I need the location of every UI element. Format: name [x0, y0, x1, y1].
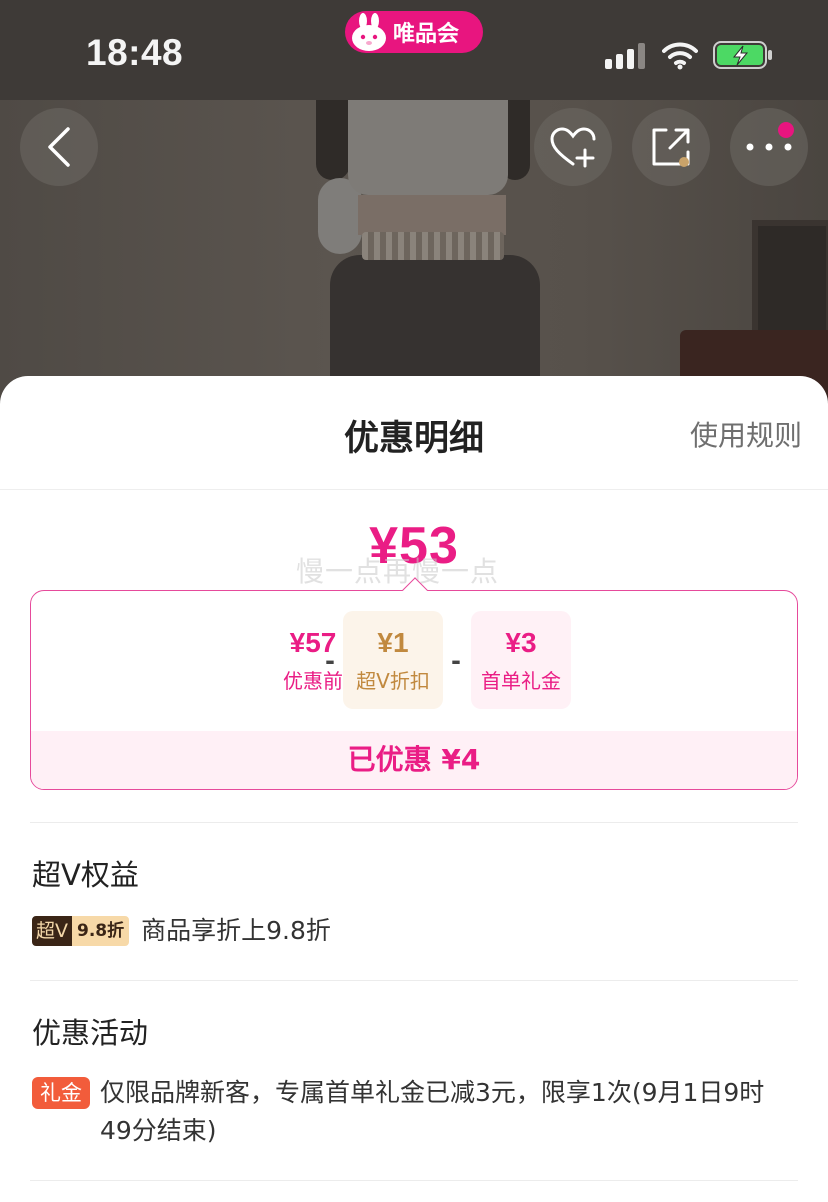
- vip-benefit-row: 超V 9.8折 商品享折上9.8折: [32, 912, 788, 950]
- minus-sign: -: [325, 647, 335, 675]
- vip-discount-item: ¥1 超V折扣: [343, 611, 443, 709]
- vip-badge-right: 9.8折: [72, 916, 130, 946]
- sheet-header: 优惠明细 使用规则: [0, 376, 828, 490]
- share-icon: [652, 128, 690, 167]
- app-badge: 唯品会: [345, 11, 483, 53]
- promo-activity-text: 仅限品牌新客，专属首单礼金已减3元，限享1次(9月1日9时49分结束): [100, 1078, 765, 1145]
- notification-dot: [778, 122, 794, 138]
- total-saved-bar: 已优惠 ¥4: [31, 731, 797, 789]
- section-title-vip: 超V权益: [32, 858, 139, 892]
- vip-benefit-text: 商品享折上9.8折: [141, 916, 331, 945]
- more-dots-icon: [746, 143, 792, 151]
- price-breakdown-row: ¥57 优惠前 - ¥1 超V折扣 - ¥3 首单礼金: [31, 611, 797, 711]
- watermark-text: 慢一点再慢一点: [296, 555, 500, 588]
- photo-hair-left: [316, 100, 350, 180]
- photo-picture-frame: [752, 220, 828, 340]
- app-badge-label: 唯品会: [393, 22, 460, 47]
- heart-plus-icon: [550, 127, 596, 168]
- section-title-promo: 优惠活动: [32, 1016, 149, 1050]
- vip-discount-amount: ¥1: [377, 626, 409, 658]
- rabbit-mascot-icon: [352, 13, 386, 51]
- discount-details-sheet: 优惠明细 使用规则 ¥53 慢一点再慢一点 ¥57 优惠前 - ¥1 超V折扣 …: [0, 376, 828, 1202]
- cellular-signal-icon: [605, 43, 645, 69]
- photo-top: [348, 100, 508, 195]
- promo-activity-row: 礼金 仅限品牌新客，专属首单礼金已减3元，限享1次(9月1日9时49分结束): [32, 1074, 788, 1150]
- battery-charging-icon: [713, 41, 772, 69]
- minus-sign: -: [451, 647, 461, 675]
- status-time: 18:48: [86, 32, 184, 73]
- share-button[interactable]: [632, 108, 710, 186]
- favorite-button[interactable]: [534, 108, 612, 186]
- vip-discount-label: 超V折扣: [356, 668, 430, 693]
- first-order-gift-item: ¥3 首单礼金: [471, 611, 571, 709]
- first-order-gift-label: 首单礼金: [481, 668, 561, 693]
- back-button[interactable]: [20, 108, 98, 186]
- wifi-icon: [662, 42, 698, 70]
- usage-rules-link[interactable]: 使用规则: [690, 414, 802, 454]
- price-breakdown-box: ¥57 优惠前 - ¥1 超V折扣 - ¥3 首单礼金 已优惠 ¥4: [30, 590, 798, 790]
- more-button[interactable]: [730, 108, 808, 186]
- photo-waistband: [362, 232, 504, 260]
- photo-waist: [358, 195, 506, 235]
- divider: [30, 980, 798, 981]
- chevron-left-icon: [48, 127, 70, 167]
- vip-badge-left: 超V: [32, 916, 72, 946]
- divider: [30, 822, 798, 823]
- first-order-gift-amount: ¥3: [505, 626, 537, 658]
- gift-badge: 礼金: [32, 1077, 90, 1109]
- vip-badge: 超V 9.8折: [32, 916, 130, 946]
- divider: [30, 1180, 798, 1181]
